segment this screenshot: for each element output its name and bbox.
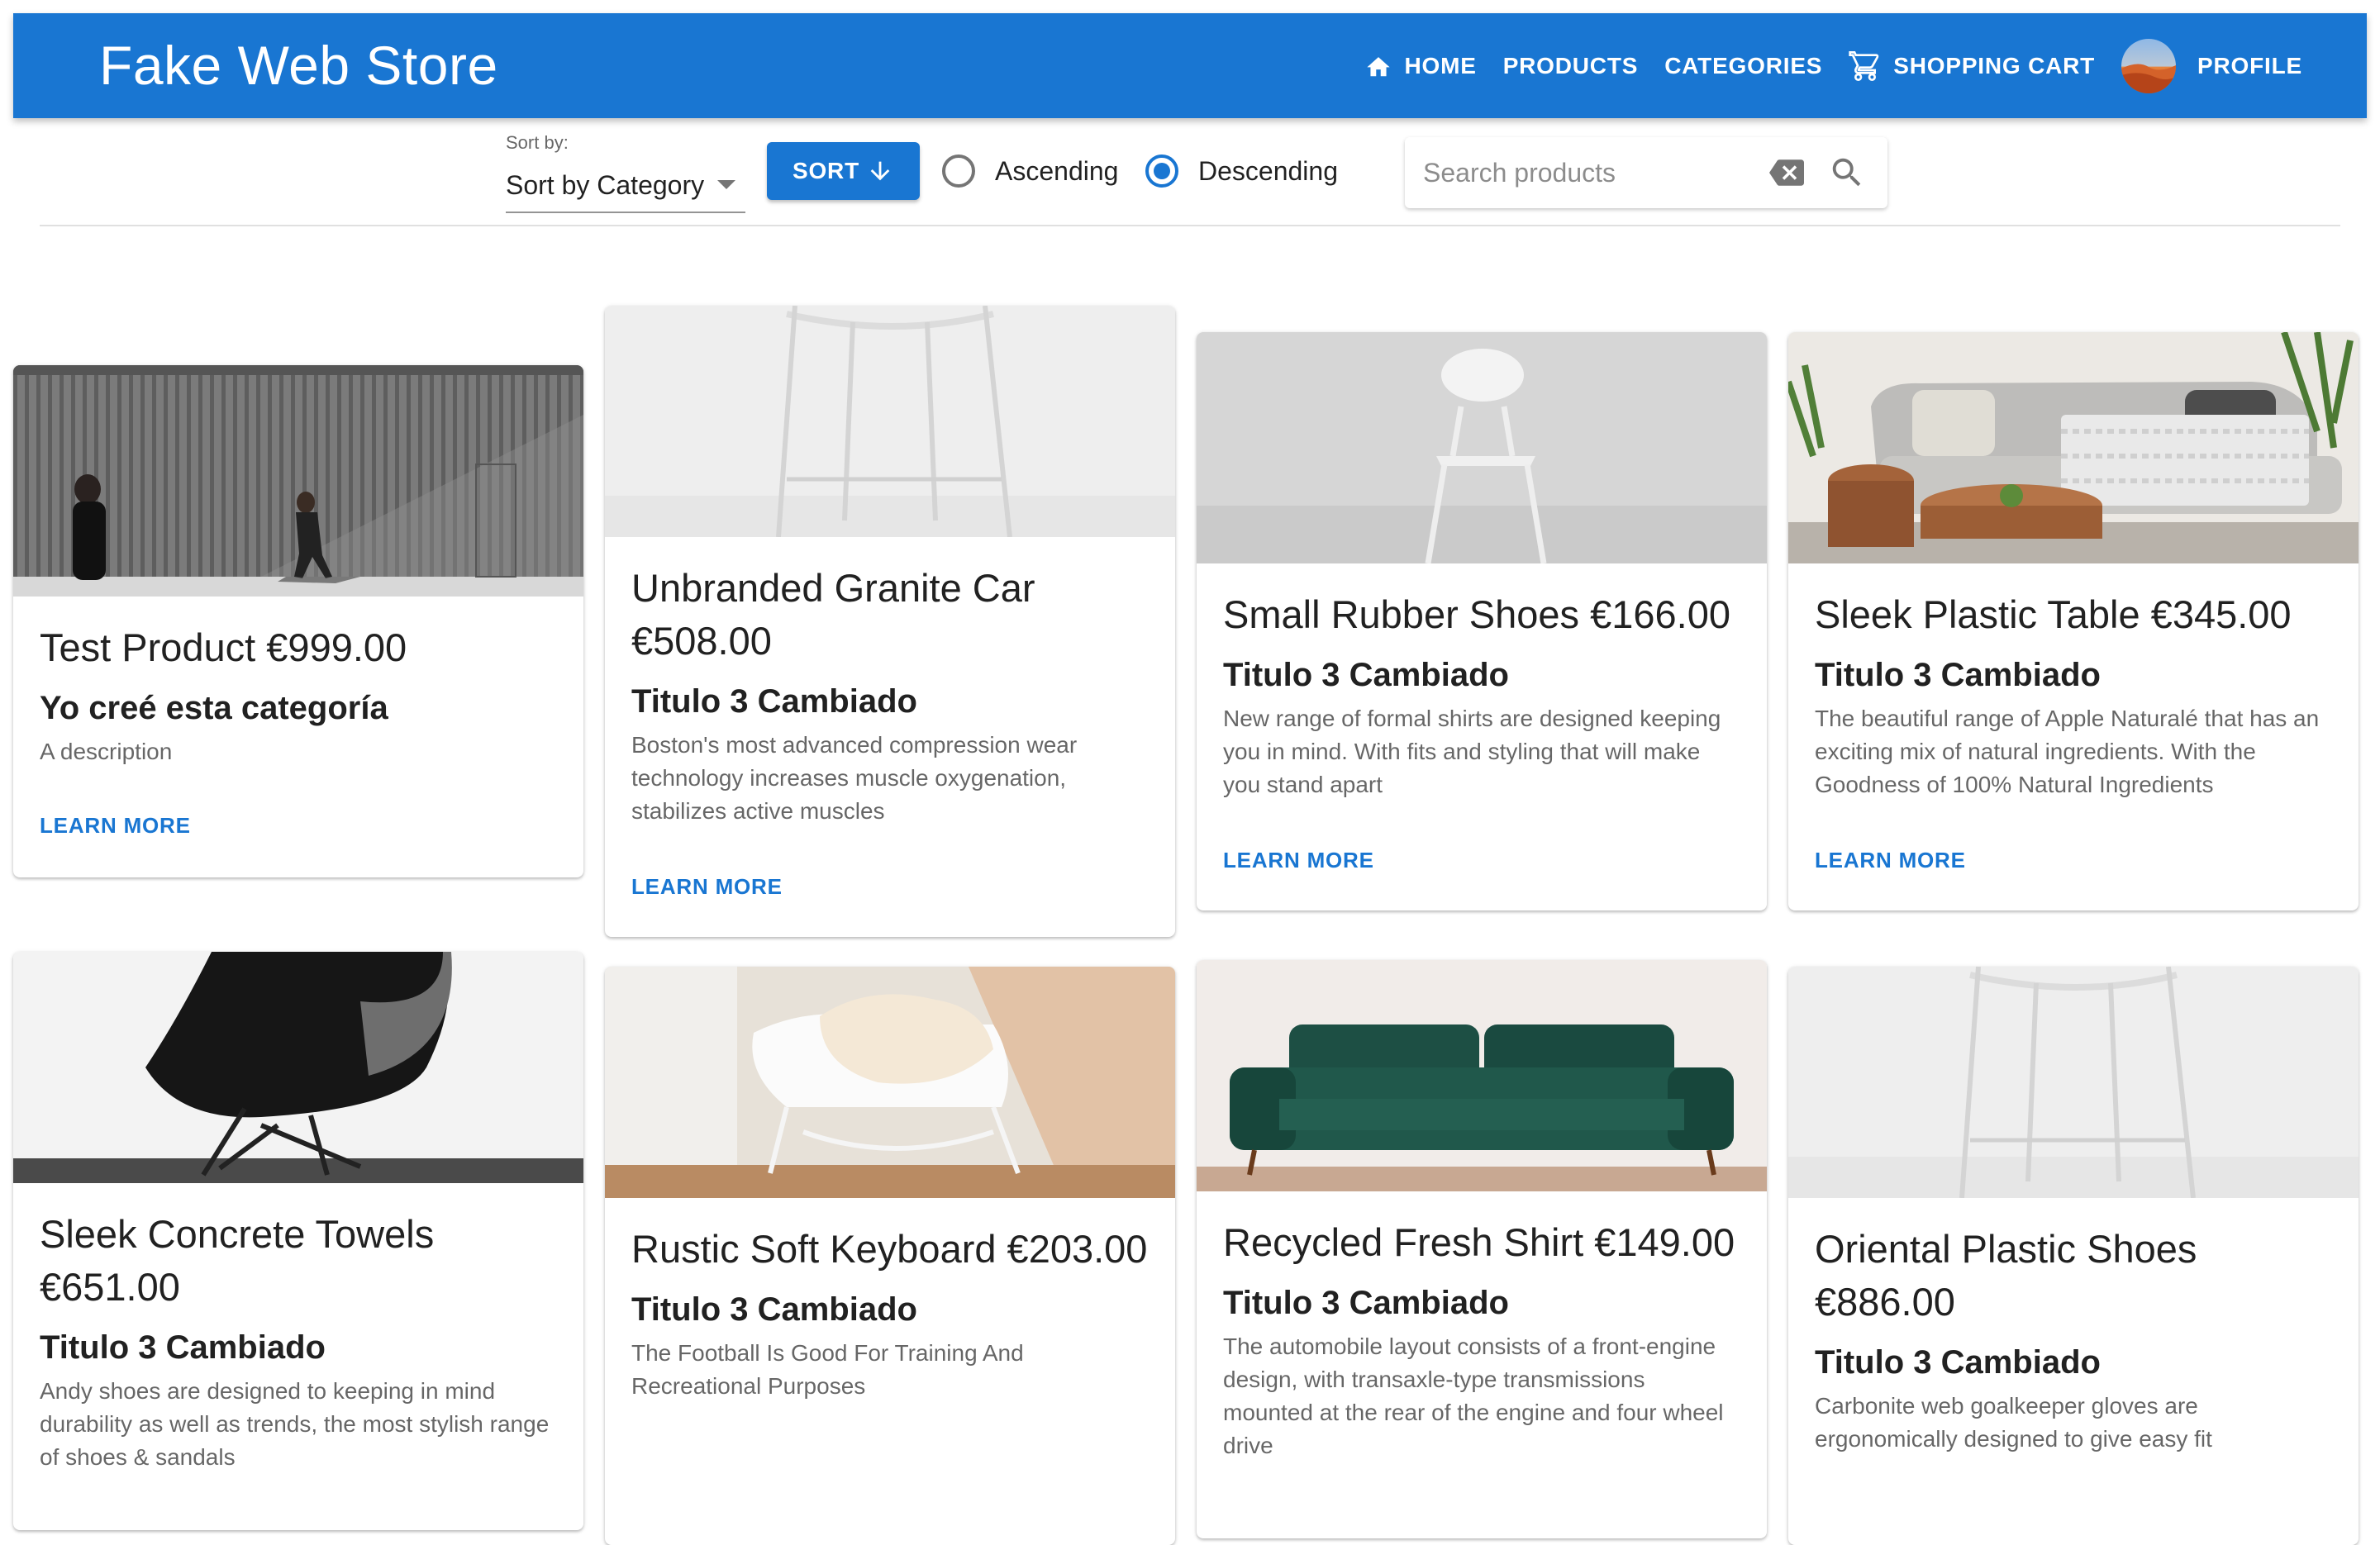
radio-checked-icon xyxy=(1145,154,1178,188)
toolbar-divider xyxy=(40,225,2340,226)
product-card: Oriental Plastic Shoes €886.00 Titulo 3 … xyxy=(1788,967,2359,1545)
sort-button[interactable]: SORT xyxy=(767,142,920,200)
product-image-white-chair[interactable] xyxy=(1197,332,1767,563)
nav-profile-button[interactable]: PROFILE xyxy=(2108,33,2316,99)
product-title: Sleek Concrete Towels €651.00 xyxy=(40,1212,435,1309)
search-icon[interactable] xyxy=(1828,154,1866,192)
nav-categories-button[interactable]: CATEGORIES xyxy=(1651,33,1835,99)
product-image-white-stool[interactable] xyxy=(1788,967,2359,1198)
product-description: Andy shoes are designed to keeping in mi… xyxy=(40,1378,550,1470)
radio-unchecked-icon xyxy=(942,154,975,188)
nav-home-label: HOME xyxy=(1404,52,1477,78)
descending-radio[interactable]: Descending xyxy=(1145,145,1338,197)
product-category: Titulo 3 Cambiado xyxy=(1223,1285,1509,1321)
nav-home-button[interactable]: HOME xyxy=(1351,33,1489,99)
product-title: Oriental Plastic Shoes €886.00 xyxy=(1815,1227,2197,1324)
product-image-wall-walkers[interactable] xyxy=(13,365,583,597)
product-category: Titulo 3 Cambiado xyxy=(1815,1344,2101,1381)
product-description: Carbonite web goalkeeper gloves are ergo… xyxy=(1815,1393,2212,1452)
sort-select-value: Sort by Category xyxy=(506,169,705,200)
product-card: Recycled Fresh Shirt €149.00 Titulo 3 Ca… xyxy=(1197,960,1767,1538)
nav-products-button[interactable]: PRODUCTS xyxy=(1490,33,1652,99)
product-description: Boston's most advanced compression wear … xyxy=(631,732,1078,824)
product-card: Test Product €999.00 Yo creé esta catego… xyxy=(13,365,583,877)
nav-categories-label: CATEGORIES xyxy=(1664,52,1823,78)
sort-button-label: SORT xyxy=(793,158,859,183)
ascending-radio[interactable]: Ascending xyxy=(942,145,1118,197)
product-category: Titulo 3 Cambiado xyxy=(631,1291,917,1328)
nav-products-label: PRODUCTS xyxy=(1502,52,1639,78)
nav-cart-button[interactable]: SHOPPING CART xyxy=(1835,33,2108,99)
nav-cart-label: SHOPPING CART xyxy=(1893,52,2096,78)
product-description: A description xyxy=(40,739,173,764)
avatar xyxy=(2121,38,2177,93)
sort-by-label: Sort by: xyxy=(506,132,569,153)
nav-profile-label: PROFILE xyxy=(2197,52,2302,78)
product-image-sofa-living-room[interactable] xyxy=(1788,332,2359,563)
product-category: Titulo 3 Cambiado xyxy=(40,1329,326,1366)
product-category: Titulo 3 Cambiado xyxy=(631,683,917,720)
sort-select[interactable]: Sort by Category xyxy=(506,159,745,213)
product-title: Small Rubber Shoes €166.00 xyxy=(1223,592,1731,636)
ascending-label: Ascending xyxy=(995,155,1119,186)
product-description: The automobile layout consists of a fron… xyxy=(1223,1333,1724,1458)
learn-more-button[interactable]: LEARN MORE xyxy=(33,806,198,845)
product-title: Test Product €999.00 xyxy=(40,625,407,669)
product-title: Sleek Plastic Table €345.00 xyxy=(1815,592,2292,636)
arrow-down-icon xyxy=(870,161,890,181)
product-category: Titulo 3 Cambiado xyxy=(1815,657,2101,693)
product-card: Small Rubber Shoes €166.00 Titulo 3 Camb… xyxy=(1197,332,1767,910)
main-nav: HOME PRODUCTS CATEGORIES SHOPPING CART P… xyxy=(1351,13,2316,118)
product-card: Sleek Concrete Towels €651.00 Titulo 3 C… xyxy=(13,952,583,1530)
product-image-white-stool[interactable] xyxy=(605,306,1175,537)
product-image-black-shell-chair[interactable] xyxy=(13,952,583,1183)
product-card: Sleek Plastic Table €345.00 Titulo 3 Cam… xyxy=(1788,332,2359,910)
product-title: Rustic Soft Keyboard €203.00 xyxy=(631,1227,1148,1271)
product-card: Unbranded Granite Car €508.00 Titulo 3 C… xyxy=(605,306,1175,937)
product-description: The beautiful range of Apple Naturalé th… xyxy=(1815,706,2320,797)
learn-more-button[interactable]: LEARN MORE xyxy=(625,868,789,906)
product-image-white-rocker-fur[interactable] xyxy=(605,967,1175,1198)
descending-label: Descending xyxy=(1198,155,1338,186)
product-image-green-velvet-sofa[interactable] xyxy=(1197,960,1767,1191)
product-card: Rustic Soft Keyboard €203.00 Titulo 3 Ca… xyxy=(605,967,1175,1545)
shopping-cart-icon xyxy=(1849,50,1879,81)
product-title: Unbranded Granite Car €508.00 xyxy=(631,566,1035,663)
caret-down-icon xyxy=(717,180,735,189)
product-title: Recycled Fresh Shirt €149.00 xyxy=(1223,1220,1735,1264)
search-box xyxy=(1405,137,1887,208)
product-description: The Football Is Good For Training And Re… xyxy=(631,1340,1024,1399)
product-category: Titulo 3 Cambiado xyxy=(1223,657,1509,693)
app-title[interactable]: Fake Web Store xyxy=(99,13,498,118)
product-category: Yo creé esta categoría xyxy=(40,690,388,726)
search-input[interactable] xyxy=(1423,157,1754,188)
product-description: New range of formal shirts are designed … xyxy=(1223,706,1721,797)
home-icon xyxy=(1367,56,1391,76)
learn-more-button[interactable]: LEARN MORE xyxy=(1216,841,1381,880)
backspace-clear-icon[interactable] xyxy=(1768,155,1805,190)
learn-more-button[interactable]: LEARN MORE xyxy=(1808,841,1973,880)
app-bar: Fake Web Store HOME PRODUCTS CATEGORIES … xyxy=(13,13,2367,118)
